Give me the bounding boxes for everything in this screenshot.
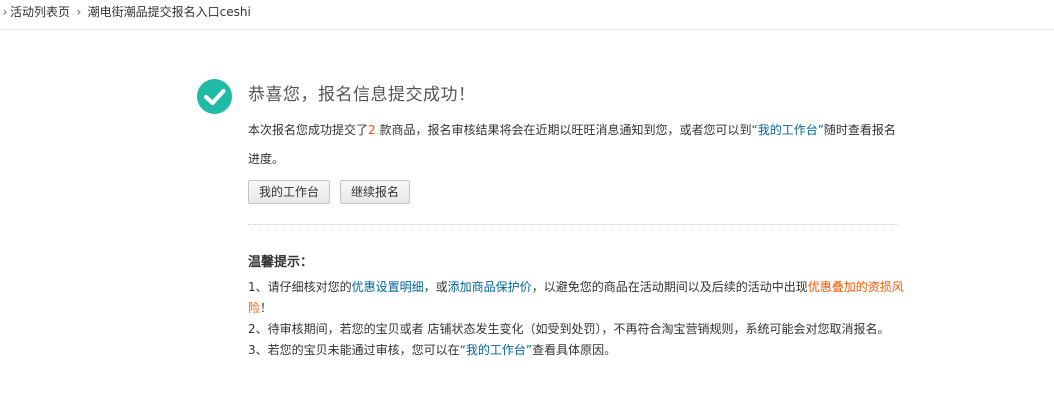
divider — [248, 224, 898, 225]
tip3-workbench-link[interactable]: “我的工作台” — [460, 343, 532, 357]
breadcrumb: › 活动列表页 › 潮电街潮品提交报名入口ceshi — [0, 0, 1054, 30]
breadcrumb-item-activity-list[interactable]: 活动列表页 — [10, 5, 70, 19]
add-protection-price-link[interactable]: 添加商品保护价 — [448, 280, 532, 294]
success-description: 本次报名您成功提交了2 款商品，报名审核结果将会在近期以旺旺消息通知到您，或者您… — [248, 116, 898, 174]
tip1-middle: ，或 — [423, 280, 448, 294]
success-title: 恭喜您，报名信息提交成功！ — [248, 85, 476, 105]
action-buttons: 我的工作台 继续报名 — [248, 180, 411, 204]
success-panel: 恭喜您，报名信息提交成功！ 本次报名您成功提交了2 款商品，报名审核结果将会在近… — [248, 84, 908, 357]
continue-signup-button[interactable]: 继续报名 — [340, 180, 411, 204]
tip1-end: ！ — [260, 301, 273, 315]
tips-title: 温馨提示： — [248, 255, 314, 270]
tip-item-2: 2、待审核期间，若您的宝贝或者 店铺状态发生变化（如受到处罚），不再符合淘宝营销… — [248, 322, 890, 336]
chevron-right-icon: › — [76, 5, 82, 19]
tip1-prefix: 1、请仔细核对您的 — [248, 280, 352, 294]
tip-item-1: 1、请仔细核对您的优惠设置明细，或添加商品保护价，以避免您的商品在活动期间以及后… — [248, 277, 908, 319]
check-circle-icon — [197, 79, 232, 114]
tip1-text: ，以避免您的商品在活动期间以及后续的活动中出现 — [531, 280, 808, 294]
breadcrumb-item-current: 潮电街潮品提交报名入口ceshi — [87, 5, 251, 19]
chevron-right-icon: › — [2, 5, 8, 19]
tips-section: 温馨提示： 1、请仔细核对您的优惠设置明细，或添加商品保护价，以避免您的商品在活… — [248, 253, 908, 361]
desc-text-middle: 款商品，报名审核结果将会在近期以旺旺消息通知到您，或者您可以到 — [375, 123, 752, 137]
tip3-prefix: 3、若您的宝贝未能通过审核，您可以在 — [248, 343, 460, 357]
workbench-button[interactable]: 我的工作台 — [248, 180, 331, 204]
workbench-link[interactable]: “我的工作台” — [751, 123, 823, 137]
desc-text-start: 本次报名您成功提交了 — [248, 123, 369, 137]
discount-details-link[interactable]: 优惠设置明细 — [352, 280, 424, 294]
tip-item-3: 3、若您的宝贝未能通过审核，您可以在“我的工作台”查看具体原因。 — [248, 340, 908, 361]
tip3-suffix: 查看具体原因。 — [532, 343, 617, 357]
submitted-count: 2 — [368, 123, 376, 137]
